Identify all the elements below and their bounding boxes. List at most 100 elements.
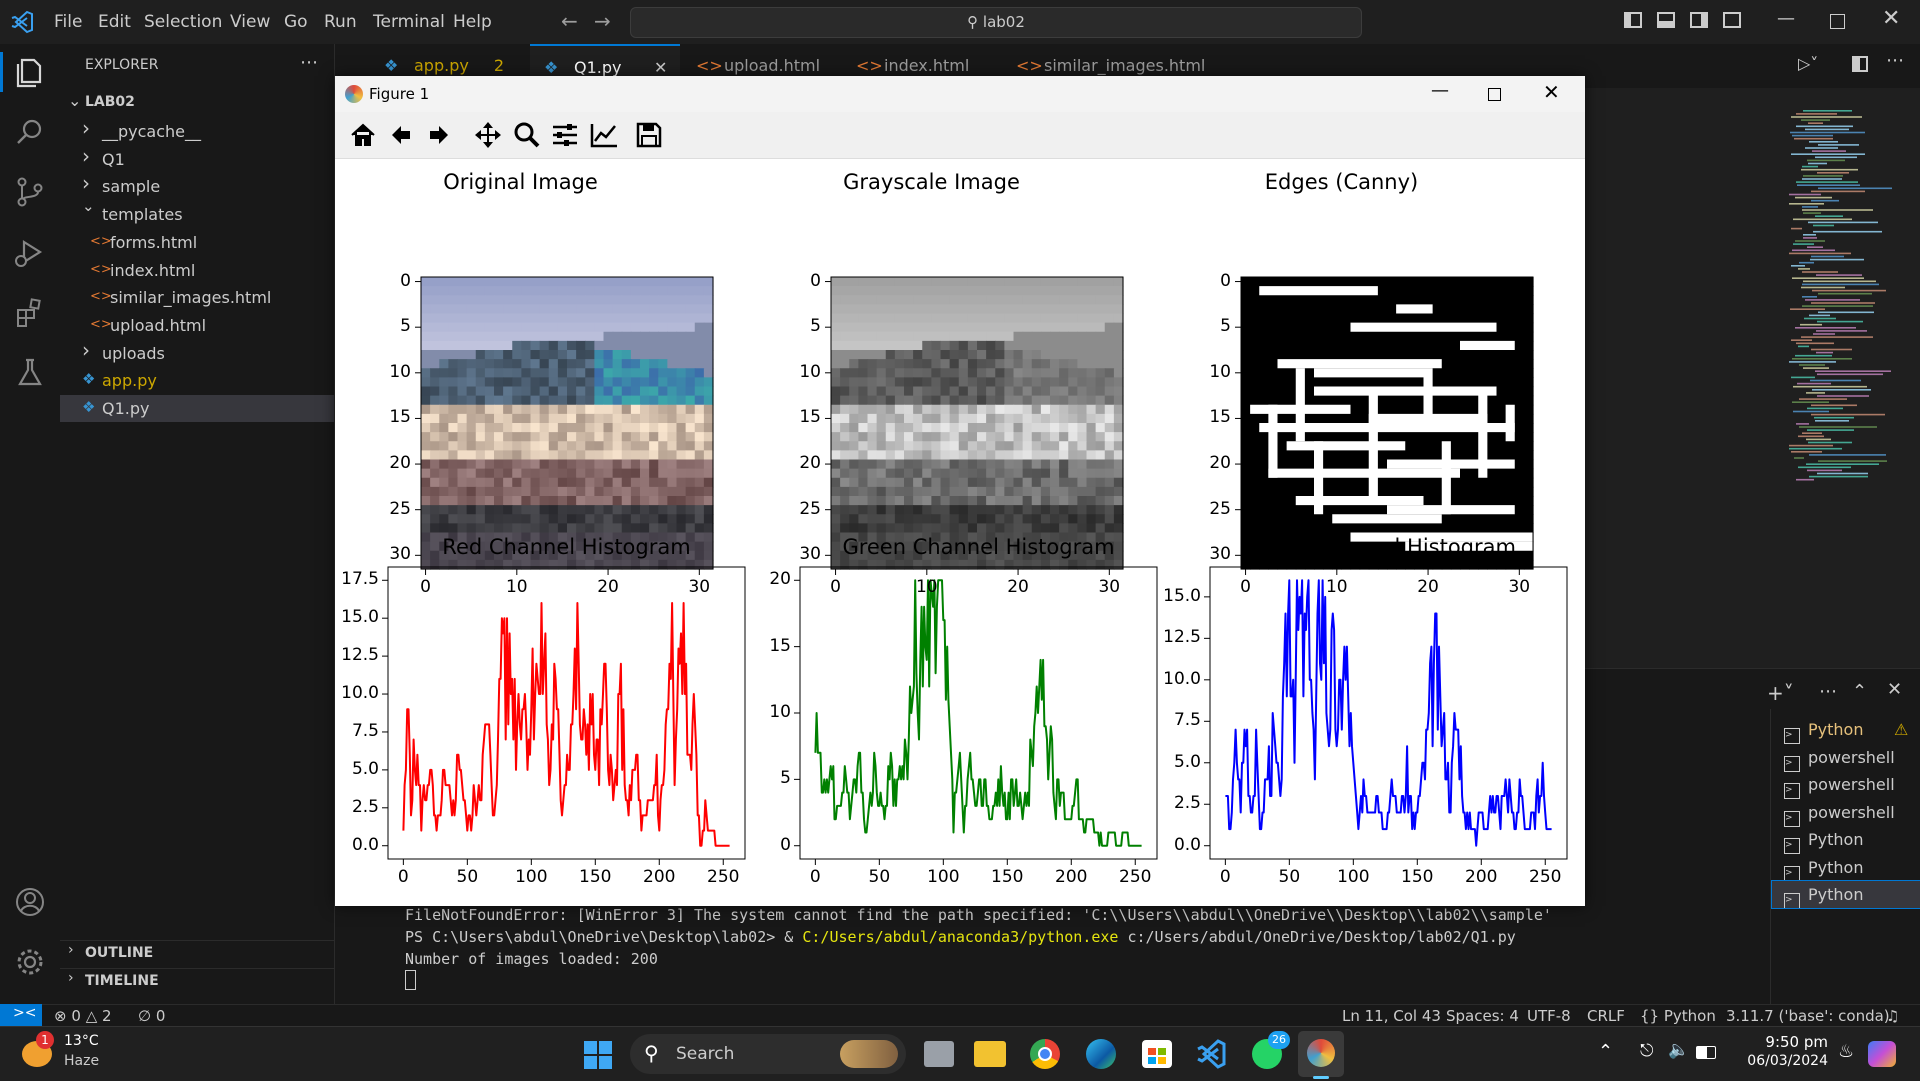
run-python-file-icon[interactable]: ▷˅ xyxy=(1798,54,1818,73)
tree-item[interactable]: <> forms.html xyxy=(60,229,334,256)
image-pixel xyxy=(1050,559,1060,570)
edge-icon[interactable] xyxy=(1086,1039,1116,1069)
menu-terminal[interactable]: Terminal xyxy=(373,12,445,32)
extensions-icon[interactable] xyxy=(10,292,50,332)
menu-go[interactable]: Go xyxy=(284,12,308,32)
tree-item[interactable]: ❖ app.py xyxy=(60,367,334,394)
file-explorer-icon[interactable] xyxy=(974,1041,1006,1067)
figure-maximize-icon[interactable] xyxy=(1488,88,1501,101)
terminal-list-item[interactable]: > Python xyxy=(1772,854,1920,882)
volume-icon[interactable]: 🔈 xyxy=(1668,1040,1689,1060)
python-interpreter[interactable]: 3.11.7 ('base': conda) xyxy=(1726,1007,1890,1025)
notifications-bell-icon[interactable]: ♫ xyxy=(1886,1007,1899,1025)
accounts-icon[interactable] xyxy=(10,882,50,922)
menu-edit[interactable]: Edit xyxy=(98,12,131,32)
search-icon[interactable] xyxy=(10,112,50,152)
end-of-line[interactable]: CRLF xyxy=(1587,1007,1625,1025)
task-view-icon[interactable] xyxy=(924,1041,954,1067)
close-icon[interactable]: ✕ xyxy=(1882,6,1900,31)
language-mode[interactable]: {} Python xyxy=(1640,1007,1716,1025)
toggle-secondary-sidebar-icon[interactable] xyxy=(1690,12,1708,28)
indentation[interactable]: Spaces: 4 xyxy=(1446,1007,1519,1025)
menu-run[interactable]: Run xyxy=(324,12,357,32)
close-panel-icon[interactable]: ✕ xyxy=(1887,679,1902,700)
testing-flask-icon[interactable] xyxy=(10,352,50,392)
tree-item[interactable]: › sample xyxy=(60,171,334,200)
edit-axis-icon[interactable] xyxy=(589,121,619,149)
image-pixel xyxy=(1341,331,1352,342)
taskbar-search-box[interactable]: ⚲ Search xyxy=(630,1034,906,1074)
terminal-list-item[interactable]: > powershell xyxy=(1772,744,1920,772)
tree-item[interactable]: <> similar_images.html xyxy=(60,284,334,311)
outline-section[interactable]: › OUTLINE xyxy=(60,940,334,965)
back-arrow-icon[interactable]: ← xyxy=(561,9,578,33)
toggle-panel-icon[interactable] xyxy=(1657,12,1675,28)
copilot-icon[interactable] xyxy=(1868,1041,1896,1067)
encoding[interactable]: UTF-8 xyxy=(1527,1007,1571,1025)
explorer-icon[interactable] xyxy=(10,52,50,92)
forward-arrow-icon[interactable] xyxy=(426,122,452,148)
notification-bell-icon[interactable]: ♨ xyxy=(1838,1041,1854,1062)
cursor-position[interactable]: Ln 11, Col 43 xyxy=(1342,1007,1441,1025)
menu-file[interactable]: File xyxy=(54,12,82,32)
configure-subplots-icon[interactable] xyxy=(551,122,579,148)
x-tick-label: 100 xyxy=(515,867,548,887)
manage-gear-icon[interactable] xyxy=(10,942,50,982)
tree-item[interactable]: <> upload.html xyxy=(60,312,334,339)
weather-temp[interactable]: 13°C xyxy=(64,1033,99,1049)
battery-icon[interactable] xyxy=(1696,1046,1716,1059)
terminal-list-item[interactable]: > powershell xyxy=(1772,771,1920,799)
problems-indicator[interactable]: ⊗ 0 △ 2 xyxy=(54,1007,112,1025)
ports-indicator[interactable]: ∅ 0 xyxy=(138,1007,165,1025)
menu-selection[interactable]: Selection xyxy=(144,12,222,32)
terminal-list-item[interactable]: > Python xyxy=(1772,826,1920,854)
menu-view[interactable]: View xyxy=(230,12,270,32)
terminal-list-item[interactable]: > Python xyxy=(1771,880,1920,909)
tree-item[interactable]: <> index.html xyxy=(60,257,334,284)
start-windows-icon[interactable] xyxy=(584,1041,612,1069)
wifi-icon[interactable]: ⎋ xyxy=(1640,1041,1653,1061)
source-control-icon[interactable] xyxy=(10,172,50,212)
run-debug-icon[interactable] xyxy=(10,232,50,272)
vscode-taskbar-icon[interactable] xyxy=(1196,1039,1226,1069)
remote-button[interactable]: >< xyxy=(0,1004,42,1027)
forward-arrow-icon[interactable]: → xyxy=(594,9,611,33)
minimap[interactable] xyxy=(1785,110,1910,490)
more-actions-icon[interactable]: ⋯ xyxy=(1886,50,1904,71)
figure-minimize-icon[interactable]: — xyxy=(1431,80,1449,101)
microsoft-store-icon[interactable] xyxy=(1142,1040,1172,1068)
chrome-icon[interactable] xyxy=(1030,1039,1060,1069)
tree-item[interactable]: ⌄ templates xyxy=(60,197,334,228)
command-center-search[interactable]: ⚲ lab02 xyxy=(630,7,1362,38)
matplotlib-python-icon[interactable] xyxy=(1307,1039,1335,1067)
toggle-primary-sidebar-icon[interactable] xyxy=(1624,12,1642,28)
figure-close-icon[interactable]: ✕ xyxy=(1543,80,1560,104)
tree-item[interactable]: ❖ Q1.py xyxy=(60,395,334,422)
tree-item[interactable]: › Q1 xyxy=(60,144,334,173)
home-icon[interactable] xyxy=(350,122,376,148)
zoom-icon[interactable] xyxy=(513,121,541,149)
show-hidden-icons-chevron-icon[interactable]: ⌃ xyxy=(1598,1041,1613,1062)
workspace-root[interactable]: ⌄ LAB02 xyxy=(60,90,334,116)
tree-item[interactable]: › __pycache__ xyxy=(60,116,334,145)
more-actions-icon[interactable]: ⋯ xyxy=(1819,681,1837,702)
split-editor-icon[interactable] xyxy=(1852,56,1868,72)
vscode-logo-icon[interactable] xyxy=(10,10,34,34)
new-terminal-icon[interactable]: +˅ xyxy=(1767,681,1794,705)
clock-date[interactable]: 06/03/2024 xyxy=(1736,1053,1828,1069)
back-arrow-icon[interactable] xyxy=(388,122,414,148)
tree-item[interactable]: › uploads xyxy=(60,338,334,367)
minimize-icon[interactable]: — xyxy=(1777,8,1795,29)
more-actions-icon[interactable]: ⋯ xyxy=(300,52,318,73)
maximize-icon[interactable] xyxy=(1830,14,1845,29)
timeline-section[interactable]: › TIMELINE xyxy=(60,968,334,993)
save-figure-icon[interactable] xyxy=(635,121,663,149)
maximize-panel-icon[interactable]: ⌃ xyxy=(1852,681,1867,702)
terminal-list-item[interactable]: > Python ⚠ xyxy=(1772,716,1920,744)
terminal-list-item[interactable]: > powershell xyxy=(1772,799,1920,827)
menu-help[interactable]: Help xyxy=(453,12,492,32)
pan-icon[interactable] xyxy=(473,120,503,150)
customize-layout-icon[interactable] xyxy=(1723,12,1741,28)
clock-time[interactable]: 9:50 pm xyxy=(1736,1033,1828,1051)
image-pixel xyxy=(1077,386,1088,397)
